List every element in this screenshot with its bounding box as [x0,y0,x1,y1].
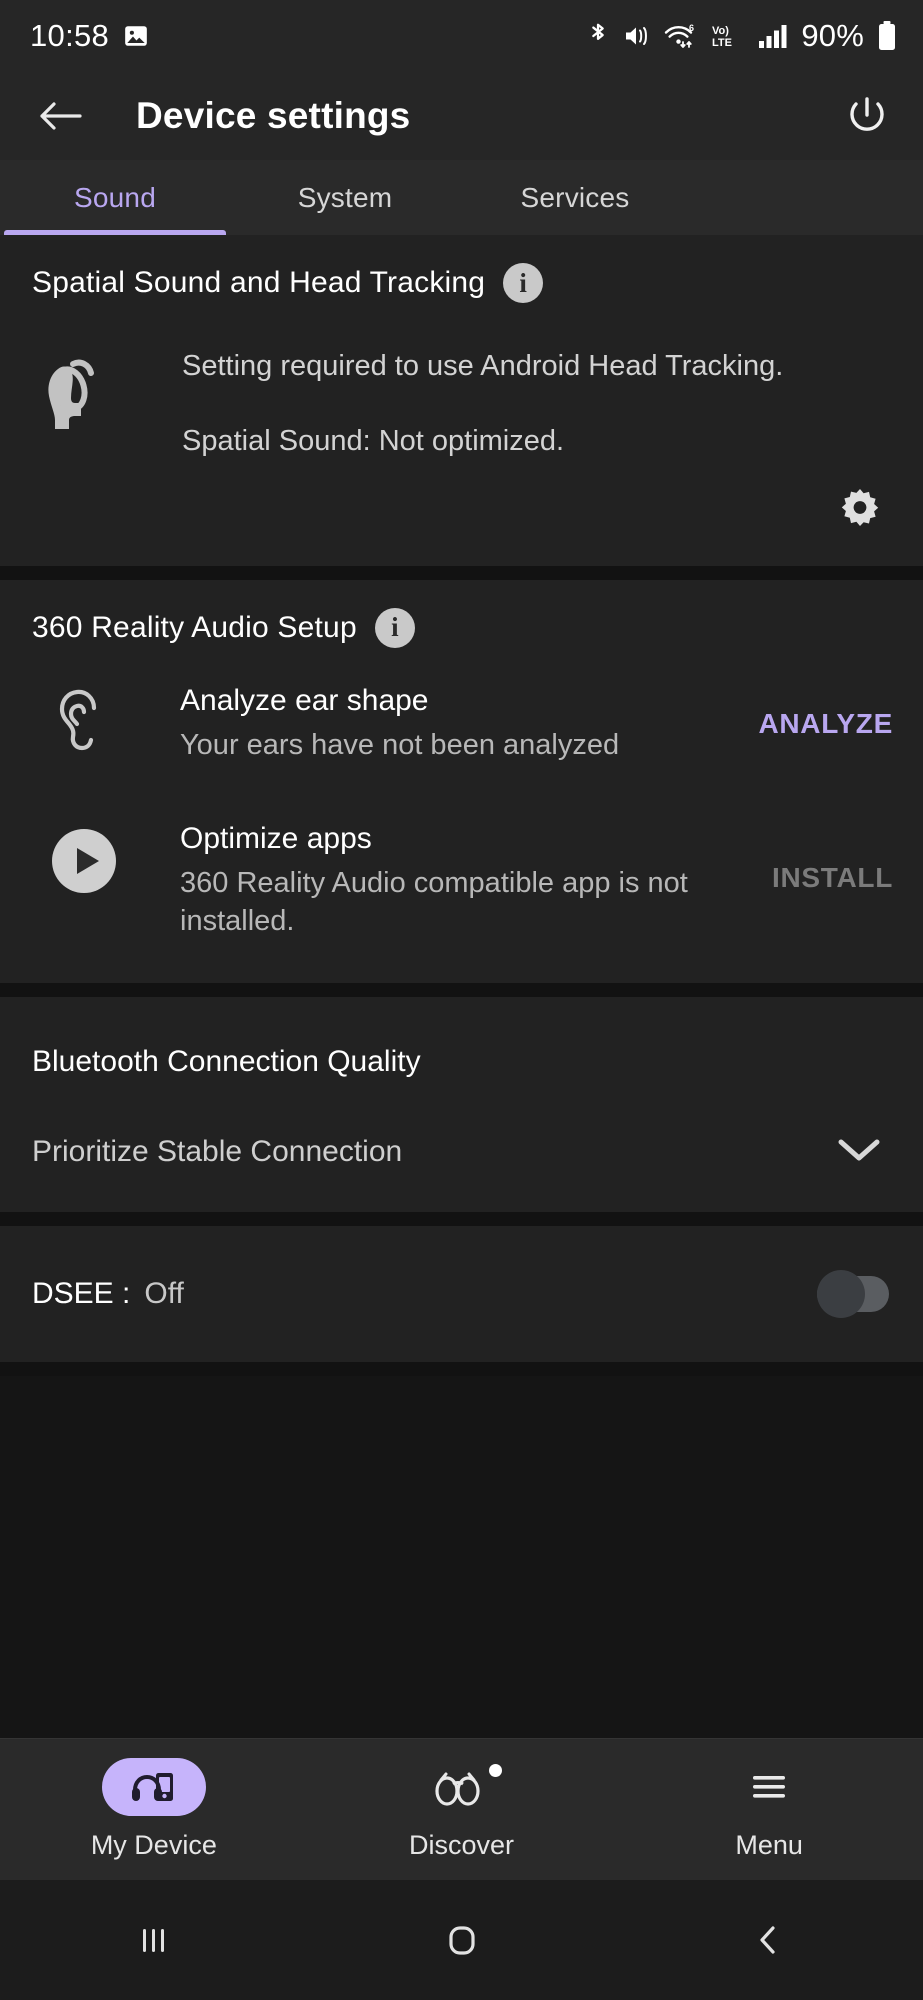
optimize-apps-subtitle: 360 Reality Audio compatible app is not … [180,867,688,937]
device-headphones-icon [101,1758,206,1816]
nav-item-my-device[interactable]: My Device [0,1758,308,1861]
settings-list: Spatial Sound and Head Tracking i Settin… [0,235,923,1738]
tab-bar: Sound System Services [0,160,923,235]
info-icon[interactable]: i [503,263,544,303]
tab-system[interactable]: System [230,160,460,235]
nav-item-discover[interactable]: Discover [308,1758,616,1861]
analyze-button[interactable]: ANALYZE [758,682,893,740]
signal-bars-icon [758,23,788,49]
info-icon[interactable]: i [374,607,415,648]
bluetooth-icon [586,21,610,51]
nav-label-menu: Menu [735,1830,803,1860]
page-title: Device settings [136,95,411,136]
ear-icon [42,682,126,774]
volte-icon: Vo) LTE [711,22,745,50]
spatial-sound-title: Spatial Sound and Head Tracking [32,266,486,299]
reality-audio-header: 360 Reality Audio Setup i [0,580,923,648]
section-divider [0,565,923,580]
dsee-card: DSEE : Off [0,1225,923,1362]
nav-label-discover: Discover [408,1830,515,1860]
battery-percent-label: 90% [801,18,864,53]
hamburger-menu-icon [717,1758,821,1816]
dsee-toggle[interactable] [817,1269,889,1318]
svg-text:LTE: LTE [712,37,732,49]
battery-icon [877,20,897,52]
bluetooth-quality-select[interactable]: Prioritize Stable Connection [0,1079,923,1212]
nav-item-menu[interactable]: Menu [615,1758,923,1861]
analyze-ear-shape-subtitle: Your ears have not been analyzed [180,729,620,762]
power-icon[interactable] [839,88,895,144]
tab-services-label: Services [520,181,630,213]
status-bar-right: 6 Vo) LTE 90% [586,18,897,54]
spatial-sound-header: Spatial Sound and Head Tracking i [0,235,923,303]
home-icon[interactable] [308,1917,616,1963]
tab-sound-label: Sound [74,181,156,213]
analyze-ear-shape-text: Analyze ear shape Your ears have not bee… [180,682,748,765]
wifi6-icon: 6 [664,22,698,50]
spatial-sound-body: Setting required to use Android Head Tra… [0,303,923,460]
optimize-apps-title: Optimize apps [180,821,372,855]
dsee-label: DSEE : [32,1276,131,1310]
svg-text:Vo): Vo) [712,25,729,37]
phone-screen: 10:58 6 Vo) LTE 90% Device settings Soun… [0,0,923,2000]
reality-audio-card: 360 Reality Audio Setup i Analyze ear sh… [0,579,923,983]
bluetooth-quality-title: Bluetooth Connection Quality [32,1044,421,1078]
back-arrow-icon[interactable] [32,93,88,139]
dsee-row[interactable]: DSEE : Off [0,1226,923,1362]
gear-icon[interactable] [837,486,883,532]
binoculars-icon [410,1758,514,1816]
play-circle-icon [42,820,126,898]
dsee-toggle-knob [817,1269,865,1318]
status-bar-left: 10:58 [30,18,149,54]
section-divider [0,1211,923,1226]
svg-text:6: 6 [689,23,694,33]
discover-badge-dot [488,1764,502,1777]
chevron-down-icon[interactable] [835,1135,883,1170]
spatial-sound-settings-row [0,460,923,566]
bottom-navigation: My Device Discover Menu [0,1738,923,1880]
install-button[interactable]: INSTALL [772,820,893,894]
app-bar: Device settings [0,72,923,160]
mute-vibrate-icon [623,22,651,50]
tab-sound[interactable]: Sound [0,160,230,235]
head-tracking-icon [42,343,126,460]
system-navigation-bar [0,1880,923,2000]
recents-icon[interactable] [0,1917,308,1963]
section-divider [0,982,923,997]
tab-services[interactable]: Services [460,160,690,235]
spatial-sound-line-2: Spatial Sound: Not optimized. [182,425,565,458]
bluetooth-quality-value: Prioritize Stable Connection [32,1135,403,1169]
spatial-sound-text: Setting required to use Android Head Tra… [182,343,783,460]
status-bar: 10:58 6 Vo) LTE 90% [0,0,923,72]
dsee-value: Off [144,1276,184,1310]
nav-label-my-device: My Device [90,1830,217,1860]
spatial-sound-line-1: Setting required to use Android Head Tra… [182,350,784,382]
section-divider [0,1361,923,1376]
optimize-apps-text: Optimize apps 360 Reality Audio compatib… [180,820,762,941]
back-icon[interactable] [615,1917,923,1963]
status-clock: 10:58 [30,18,110,53]
reality-audio-title: 360 Reality Audio Setup [32,610,357,644]
bluetooth-quality-card: Bluetooth Connection Quality Prioritize … [0,996,923,1212]
tab-system-label: System [297,181,393,213]
spatial-sound-card: Spatial Sound and Head Tracking i Settin… [0,235,923,566]
list-item-analyze-ear-shape[interactable]: Analyze ear shape Your ears have not bee… [0,648,923,774]
image-icon [123,23,149,49]
analyze-ear-shape-title: Analyze ear shape [180,683,429,717]
list-item-optimize-apps[interactable]: Optimize apps 360 Reality Audio compatib… [0,774,923,983]
